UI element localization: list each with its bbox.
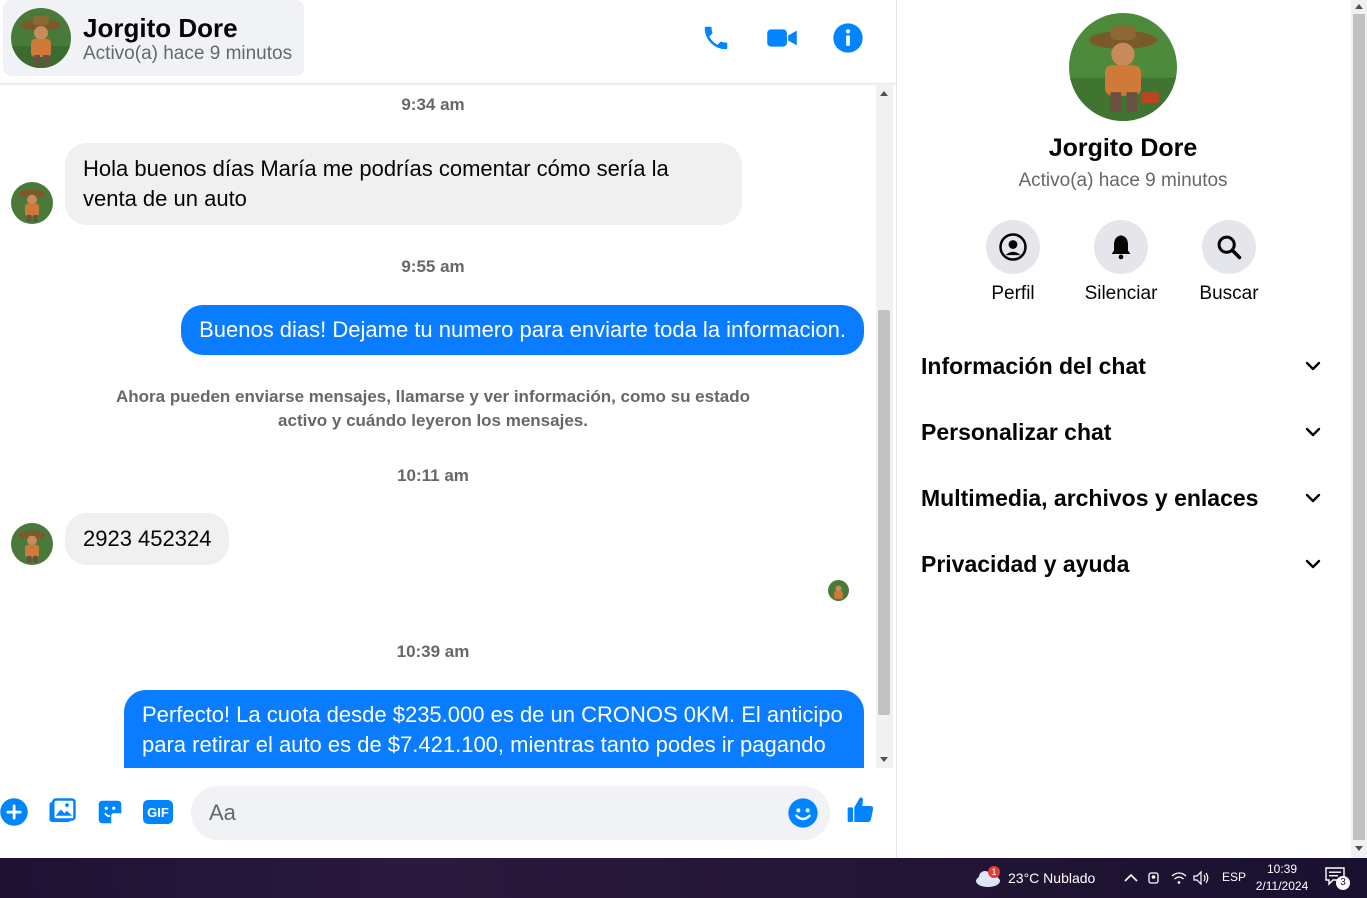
thumbs-up-icon xyxy=(847,797,874,822)
phone-icon xyxy=(704,26,728,50)
language-indicator[interactable]: ESP xyxy=(1222,870,1246,884)
message-input-container xyxy=(191,786,830,840)
profile-icon xyxy=(999,233,1027,261)
contact-name: Jorgito Dore xyxy=(83,13,238,43)
incoming-message[interactable]: Hola buenos días María me podrías coment… xyxy=(65,143,742,225)
section-title: Multimedia, archivos y enlaces xyxy=(921,485,1259,511)
chevron-down-icon xyxy=(1305,493,1321,503)
message-input[interactable] xyxy=(209,786,779,840)
timestamp: 9:55 am xyxy=(401,257,465,276)
message-list[interactable]: 9:34 am Hola buenos días María me podría… xyxy=(0,85,876,768)
avatar xyxy=(11,182,53,224)
chevron-down-icon xyxy=(1305,559,1321,569)
weather-alert-badge: 1 xyxy=(988,866,1000,878)
chat-scroll-thumb[interactable] xyxy=(878,310,890,715)
scroll-down-arrow[interactable] xyxy=(1355,846,1363,851)
info-contact-name: Jorgito Dore xyxy=(1048,134,1198,162)
mute-button[interactable]: Silenciar xyxy=(1071,220,1171,305)
messenger-window: Jorgito Dore Activo(a) hace 9 minutos 9:… xyxy=(0,0,1367,858)
plus-icon xyxy=(0,798,28,826)
like-button[interactable] xyxy=(845,794,877,826)
profile-button[interactable]: Perfil xyxy=(963,220,1063,305)
avatar xyxy=(11,523,53,565)
section-privacy-help[interactable]: Privacidad y ayuda xyxy=(909,534,1339,594)
incoming-message[interactable]: 2923 452324 xyxy=(65,513,230,565)
more-actions-button[interactable] xyxy=(0,796,30,828)
image-icon xyxy=(49,798,76,822)
chat-header: Jorgito Dore Activo(a) hace 9 minutos xyxy=(0,0,896,84)
search-button[interactable]: Buscar xyxy=(1179,220,1279,305)
timestamp: 10:39 am xyxy=(396,642,470,661)
wifi-icon[interactable] xyxy=(1170,870,1188,886)
chat-pane: Jorgito Dore Activo(a) hace 9 minutos 9:… xyxy=(0,0,897,858)
weather-text: 23°C Nublado xyxy=(1008,870,1096,886)
weather-widget[interactable]: 1 23°C Nublado xyxy=(972,864,1107,892)
section-chat-info[interactable]: Información del chat xyxy=(909,336,1339,396)
meet-icon[interactable] xyxy=(1146,870,1164,886)
chevron-down-icon xyxy=(1305,427,1321,437)
gif-icon: GIF xyxy=(143,800,173,824)
timestamp: 10:11 am xyxy=(397,466,469,485)
conversation-info-button[interactable] xyxy=(828,18,868,58)
page-scrollbar[interactable] xyxy=(1351,0,1367,858)
avatar xyxy=(1069,13,1177,121)
emoji-icon xyxy=(788,798,818,828)
section-title: Información del chat xyxy=(921,353,1146,379)
emoji-button[interactable] xyxy=(787,797,819,829)
clock-time: 10:39 xyxy=(1266,862,1298,876)
clock[interactable]: 10:39 2/11/2024 xyxy=(1248,861,1316,895)
outgoing-message[interactable]: Buenos dias! Dejame tu numero para envia… xyxy=(181,305,864,355)
windows-taskbar: 1 23°C Nublado ESP 10:39 2/11/2024 3 xyxy=(0,858,1367,898)
chevron-up-icon[interactable] xyxy=(1122,870,1140,886)
search-label: Buscar xyxy=(1199,283,1259,304)
seen-receipt-avatar xyxy=(828,580,849,601)
search-icon xyxy=(1217,235,1242,260)
system-notice: Ahora pueden enviarse mensajes, llamarse… xyxy=(116,387,750,430)
gif-button[interactable]: GIF xyxy=(142,796,174,828)
attach-image-button[interactable] xyxy=(46,796,78,828)
volume-icon[interactable] xyxy=(1192,870,1210,886)
mute-button-circle xyxy=(1094,220,1148,274)
notification-count-badge: 3 xyxy=(1336,876,1350,890)
call-button[interactable] xyxy=(696,18,736,58)
section-media-files-links[interactable]: Multimedia, archivos y enlaces xyxy=(909,468,1339,528)
outgoing-message[interactable]: Perfecto! La cuota desde $235.000 es de … xyxy=(124,690,864,768)
profile-button-circle xyxy=(986,220,1040,274)
scroll-up-arrow[interactable] xyxy=(880,91,888,96)
avatar xyxy=(11,8,71,68)
video-call-button[interactable] xyxy=(762,18,802,58)
sticker-button[interactable] xyxy=(94,796,126,828)
chat-scrollbar[interactable] xyxy=(876,85,893,768)
header-contact-button[interactable]: Jorgito Dore Activo(a) hace 9 minutos xyxy=(3,0,304,76)
info-icon xyxy=(833,23,863,53)
composer-bar: GIF xyxy=(0,768,896,858)
contact-status: Activo(a) hace 9 minutos xyxy=(83,43,293,64)
scroll-up-arrow[interactable] xyxy=(1355,4,1363,9)
section-title: Personalizar chat xyxy=(921,419,1112,445)
sticker-icon xyxy=(98,800,122,824)
conversation-info-panel: Jorgito Dore Activo(a) hace 9 minutos Pe… xyxy=(897,0,1351,858)
clock-date: 2/11/2024 xyxy=(1255,879,1309,893)
mute-label: Silenciar xyxy=(1084,283,1158,304)
chevron-down-icon xyxy=(1305,361,1321,371)
video-camera-icon xyxy=(767,29,797,47)
section-title: Privacidad y ayuda xyxy=(921,551,1130,577)
notifications-button[interactable]: 3 xyxy=(1324,866,1350,890)
profile-label: Perfil xyxy=(991,283,1035,304)
section-customize-chat[interactable]: Personalizar chat xyxy=(909,402,1339,462)
page-scroll-thumb[interactable] xyxy=(1353,14,1365,840)
search-button-circle xyxy=(1202,220,1256,274)
bell-icon xyxy=(1111,235,1131,260)
scroll-down-arrow[interactable] xyxy=(880,757,888,762)
timestamp: 9:34 am xyxy=(401,95,465,114)
info-contact-status: Activo(a) hace 9 minutos xyxy=(1018,170,1228,191)
